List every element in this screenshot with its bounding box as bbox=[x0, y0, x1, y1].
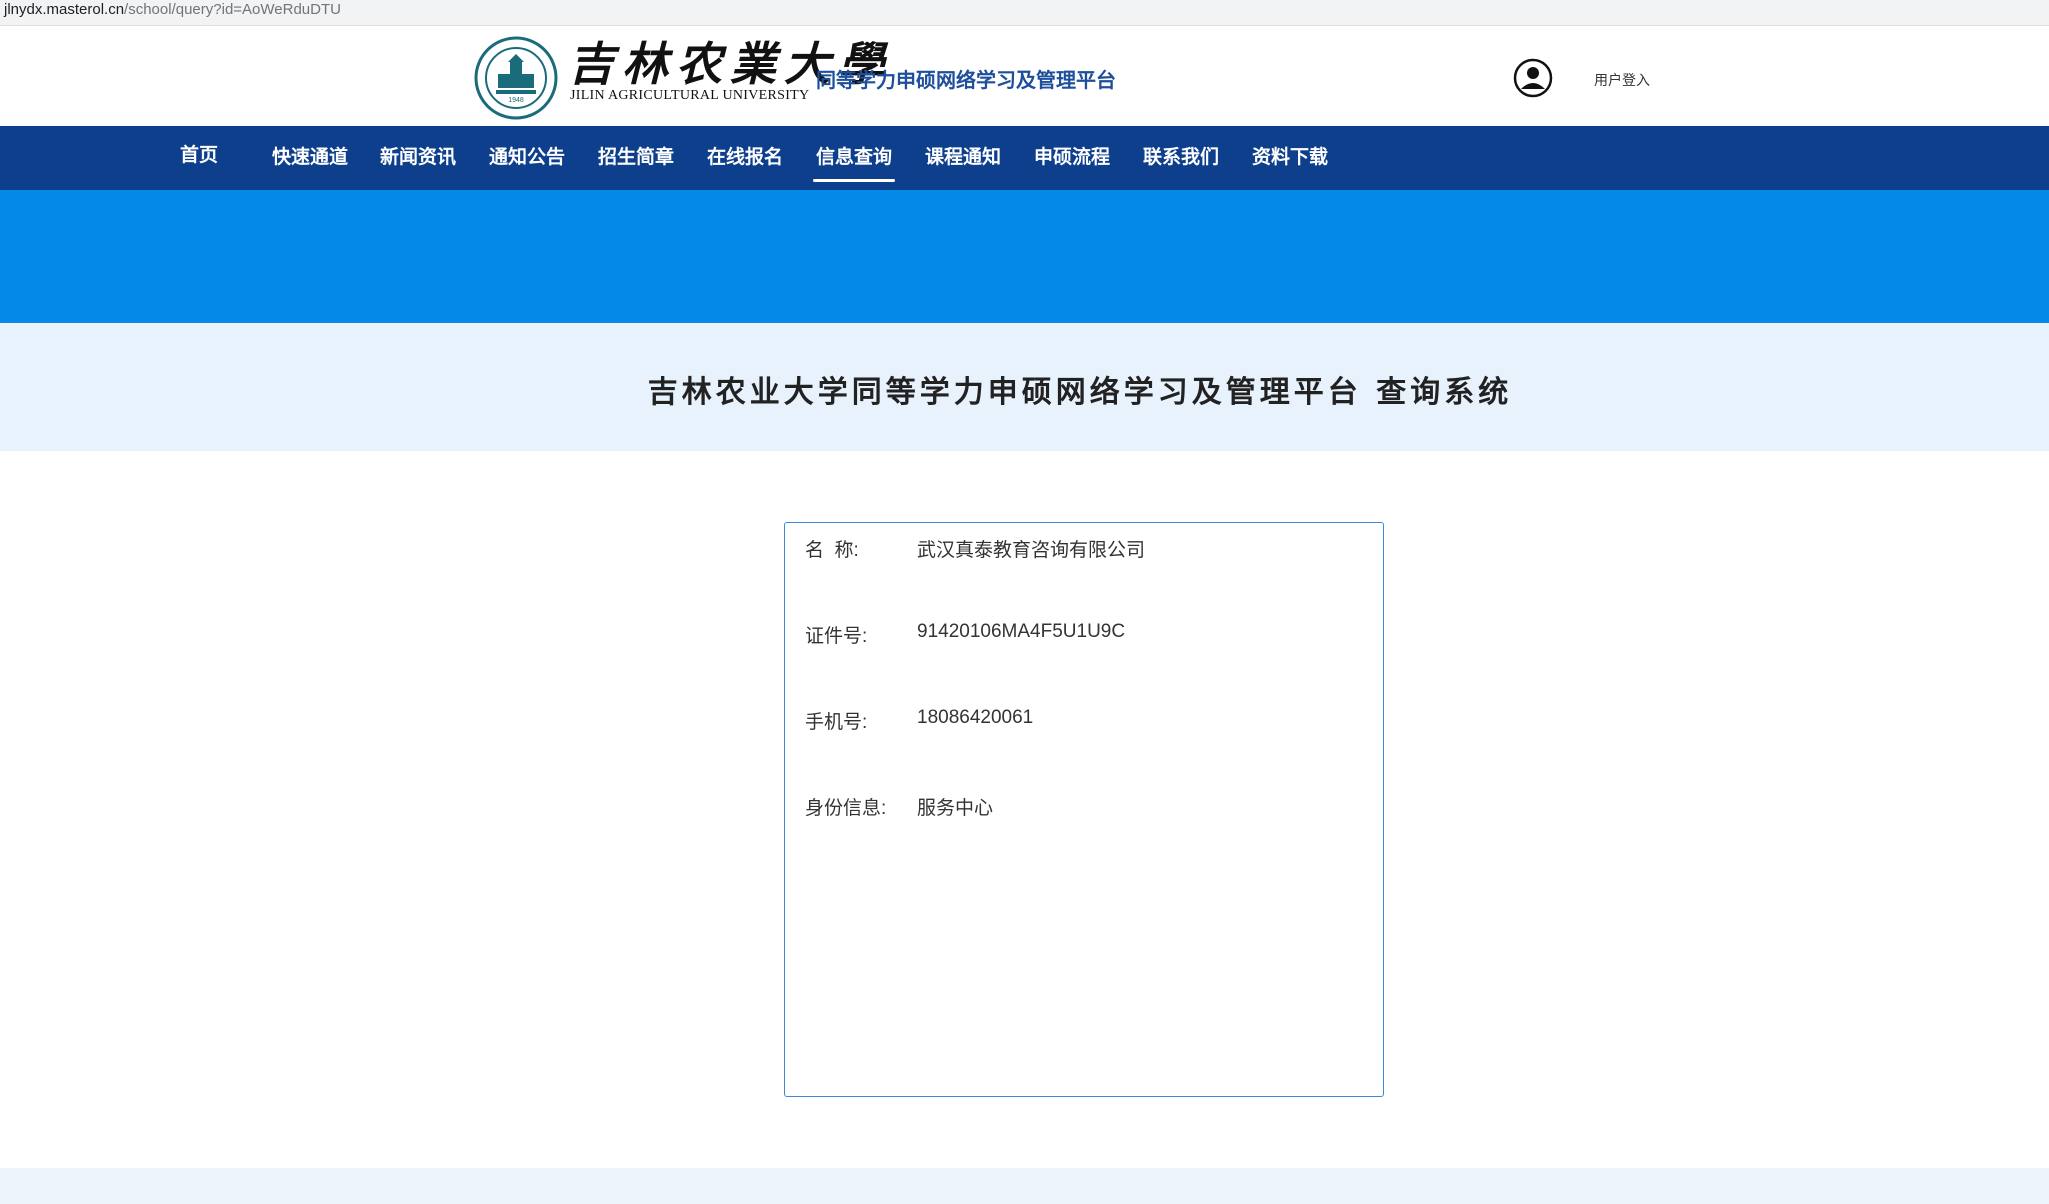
site-header: 1948 吉林农業大學 JILIN AGRICULTURAL UNIVERSIT… bbox=[0, 28, 2049, 126]
nav-item-contact-us[interactable]: 联系我们 bbox=[1143, 126, 1219, 190]
url-path: /school/query?id=AoWeRduDTU bbox=[124, 1, 341, 18]
page-title: 吉林农业大学同等学力申硕网络学习及管理平台 查询系统 bbox=[647, 375, 1513, 410]
nav-item-news[interactable]: 新闻资讯 bbox=[380, 126, 456, 190]
url-domain: jlnydx.masterol.cn bbox=[4, 1, 125, 18]
user-icon[interactable] bbox=[1513, 58, 1553, 98]
logo-year: 1948 bbox=[508, 97, 524, 104]
footer-band bbox=[0, 1168, 2049, 1204]
nav-item-info-query[interactable]: 信息查询 bbox=[812, 126, 896, 190]
phone-value: 18086420061 bbox=[917, 707, 1034, 728]
name-label: 名 称: bbox=[805, 540, 859, 561]
university-logo-icon[interactable]: 1948 bbox=[474, 36, 558, 120]
nav-item-notices[interactable]: 通知公告 bbox=[489, 126, 565, 190]
cert-label: 证件号: bbox=[805, 626, 868, 647]
hero-banner bbox=[0, 190, 2049, 323]
query-result-card: 名 称: 武汉真泰教育咨询有限公司 证件号: 91420106MA4F5U1U9… bbox=[784, 522, 1384, 1097]
platform-name: 同等学力申硕网络学习及管理平台 bbox=[816, 70, 1116, 92]
nav-item-degree-process[interactable]: 申硕流程 bbox=[1034, 126, 1110, 190]
nav-item-course-notices[interactable]: 课程通知 bbox=[925, 126, 1001, 190]
nav-item-downloads[interactable]: 资料下载 bbox=[1252, 126, 1328, 190]
phone-label: 手机号: bbox=[805, 712, 868, 733]
identity-value: 服务中心 bbox=[917, 798, 994, 819]
login-link[interactable]: 用户登入 bbox=[1594, 70, 1650, 90]
nav-item-online-registration[interactable]: 在线报名 bbox=[707, 126, 783, 190]
title-band: 吉林农业大学同等学力申硕网络学习及管理平台 查询系统 bbox=[0, 323, 2049, 451]
main-nav: 首页 快速通道 新闻资讯 通知公告 招生简章 在线报名 信息查询 课程通知 申硕… bbox=[0, 126, 2049, 190]
nav-item-home[interactable]: 首页 bbox=[180, 126, 218, 190]
nav-item-quick-access[interactable]: 快速通道 bbox=[272, 126, 348, 190]
name-value: 武汉真泰教育咨询有限公司 bbox=[917, 540, 1146, 561]
address-bar[interactable]: jlnydx.masterol.cn/school/query?id=AoWeR… bbox=[0, 0, 2049, 26]
school-name-en: JILIN AGRICULTURAL UNIVERSITY bbox=[570, 88, 810, 103]
cert-value: 91420106MA4F5U1U9C bbox=[917, 621, 1126, 642]
nav-item-admissions[interactable]: 招生简章 bbox=[598, 126, 674, 190]
identity-label: 身份信息: bbox=[805, 798, 887, 819]
